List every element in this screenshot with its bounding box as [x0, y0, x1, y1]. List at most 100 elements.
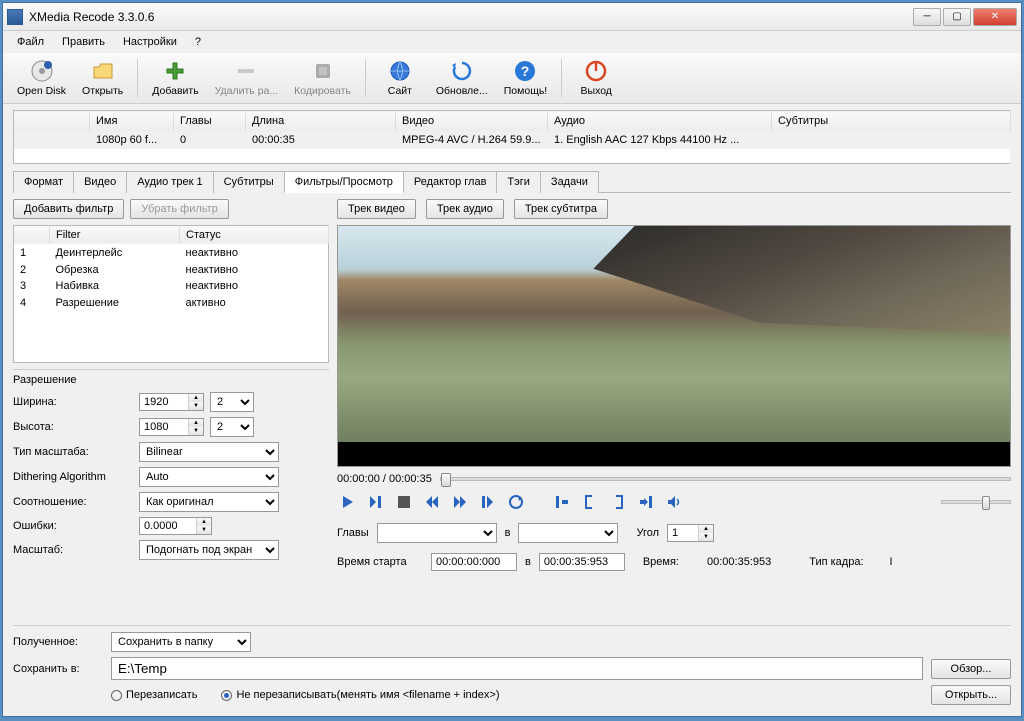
bracket-close-button[interactable] [607, 491, 629, 513]
play-button[interactable] [337, 491, 359, 513]
angle-input[interactable]: ▲▼ [667, 524, 714, 542]
tab-tasks[interactable]: Задачи [540, 171, 599, 193]
step-button[interactable] [477, 491, 499, 513]
exit-button[interactable]: Выход [570, 57, 622, 99]
power-icon [584, 59, 608, 83]
table-row[interactable]: 1Деинтерлейснеактивно [14, 244, 329, 261]
encode-icon [311, 59, 335, 83]
mark-in-button[interactable] [551, 491, 573, 513]
resolution-panel: Разрешение Ширина: ▲▼ 2 Высота: ▲▼ 2 Тип… [13, 369, 329, 565]
ratio-select[interactable]: Как оригинал [139, 492, 279, 512]
window-title: XMedia Recode 3.3.0.6 [29, 10, 913, 24]
chapter-from-select[interactable] [377, 523, 497, 543]
received-select[interactable]: Сохранить в папку [111, 632, 251, 652]
dither-label: Dithering Algorithm [13, 471, 133, 483]
preview-image [338, 226, 1010, 442]
svg-text:?: ? [521, 63, 530, 79]
add-button[interactable]: Добавить [146, 57, 204, 99]
frametype-value: I [890, 556, 893, 568]
width-input[interactable]: ▲▼ [139, 393, 204, 411]
minus-icon [234, 59, 258, 83]
tab-audio[interactable]: Аудио трек 1 [126, 171, 213, 193]
nooverwrite-radio[interactable]: Не перезаписывать(менять имя <filename +… [221, 689, 499, 701]
savein-label: Сохранить в: [13, 663, 103, 675]
update-button[interactable]: Обновле... [430, 57, 494, 99]
angle-label: Угол [636, 527, 659, 539]
site-button[interactable]: Сайт [374, 57, 426, 99]
open-button[interactable]: Открыть [76, 57, 129, 99]
add-filter-button[interactable]: Добавить фильтр [13, 199, 124, 219]
tab-video[interactable]: Видео [73, 171, 127, 193]
next-button[interactable] [365, 491, 387, 513]
volume-button[interactable] [663, 491, 685, 513]
mark-out-button[interactable] [635, 491, 657, 513]
plus-icon [163, 59, 187, 83]
menu-settings[interactable]: Настройки [115, 33, 185, 51]
time-display: 00:00:00 / 00:00:35 [337, 473, 432, 485]
close-button[interactable]: ✕ [973, 8, 1017, 26]
tab-tags[interactable]: Тэги [496, 171, 541, 193]
menu-edit[interactable]: Править [54, 33, 113, 51]
loop-button[interactable] [505, 491, 527, 513]
minimize-button[interactable]: ─ [913, 8, 941, 26]
chapters-label: Главы [337, 527, 369, 539]
height-input[interactable]: ▲▼ [139, 418, 204, 436]
height-step[interactable]: 2 [210, 417, 254, 437]
app-icon [7, 9, 23, 25]
error-input[interactable]: ▲▼ [139, 517, 212, 535]
help-icon: ? [513, 59, 537, 83]
globe-icon [388, 59, 412, 83]
opendisk-button[interactable]: Open Disk [11, 57, 72, 99]
resolution-title: Разрешение [13, 374, 329, 386]
dither-select[interactable]: Auto [139, 467, 279, 487]
menu-help[interactable]: ? [187, 33, 209, 51]
bracket-open-button[interactable] [579, 491, 601, 513]
table-row[interactable]: 3Набивканеактивно [14, 278, 329, 295]
tabs: Формат Видео Аудио трек 1 Субтитры Фильт… [13, 170, 1011, 193]
scale-label: Тип масштаба: [13, 446, 133, 458]
chapter-to-select[interactable] [518, 523, 618, 543]
tab-chapters[interactable]: Редактор глав [403, 171, 498, 193]
audio-track-button[interactable]: Трек аудио [426, 199, 504, 219]
zoom-label: Масштаб: [13, 544, 133, 556]
preview-pane [337, 225, 1011, 467]
menubar: Файл Править Настройки ? [3, 31, 1021, 53]
tab-format[interactable]: Формат [13, 171, 74, 193]
refresh-icon [450, 59, 474, 83]
volume-slider[interactable] [941, 500, 1011, 504]
remove-filter-button: Убрать фильтр [130, 199, 229, 219]
table-row[interactable]: 4Разрешениеактивно [14, 295, 329, 312]
filter-table[interactable]: Filter Статус 1Деинтерлейснеактивно2Обре… [13, 225, 329, 363]
time-value: 00:00:35:953 [707, 556, 771, 568]
width-step[interactable]: 2 [210, 392, 254, 412]
start-label: Время старта [337, 556, 423, 568]
forward-button[interactable] [449, 491, 471, 513]
video-track-button[interactable]: Трек видео [337, 199, 416, 219]
tab-filters[interactable]: Фильтры/Просмотр [284, 171, 404, 193]
zoom-select[interactable]: Подогнать под экран [139, 540, 279, 560]
bottom-panel: Полученное: Сохранить в папку Сохранить … [13, 625, 1011, 710]
table-row[interactable]: 2Обрезканеактивно [14, 261, 329, 278]
ratio-label: Соотношение: [13, 496, 133, 508]
browse-button[interactable]: Обзор... [931, 659, 1011, 679]
tab-subs[interactable]: Субтитры [213, 171, 285, 193]
overwrite-radio[interactable]: Перезаписать [111, 689, 197, 701]
seek-slider[interactable] [440, 477, 1011, 481]
titlebar: XMedia Recode 3.3.0.6 ─ ▢ ✕ [3, 3, 1021, 31]
end-time-input[interactable] [539, 553, 625, 571]
help-button[interactable]: ? Помощь! [498, 57, 553, 99]
sub-track-button[interactable]: Трек субтитра [514, 199, 608, 219]
maximize-button[interactable]: ▢ [943, 8, 971, 26]
open-output-button[interactable]: Открыть... [931, 685, 1011, 705]
width-label: Ширина: [13, 396, 57, 408]
menu-file[interactable]: Файл [9, 33, 52, 51]
scale-select[interactable]: Bilinear [139, 442, 279, 462]
table-row[interactable]: 1080p 60 f... 0 00:00:35 MPEG-4 AVC / H.… [14, 131, 1011, 149]
encode-button: Кодировать [288, 57, 357, 99]
stop-button[interactable] [393, 491, 415, 513]
savein-input[interactable] [111, 657, 923, 680]
rewind-button[interactable] [421, 491, 443, 513]
frametype-label: Тип кадра: [809, 556, 863, 568]
file-table[interactable]: Имя Главы Длина Видео Аудио Субтитры 108… [13, 110, 1011, 164]
start-time-input[interactable] [431, 553, 517, 571]
